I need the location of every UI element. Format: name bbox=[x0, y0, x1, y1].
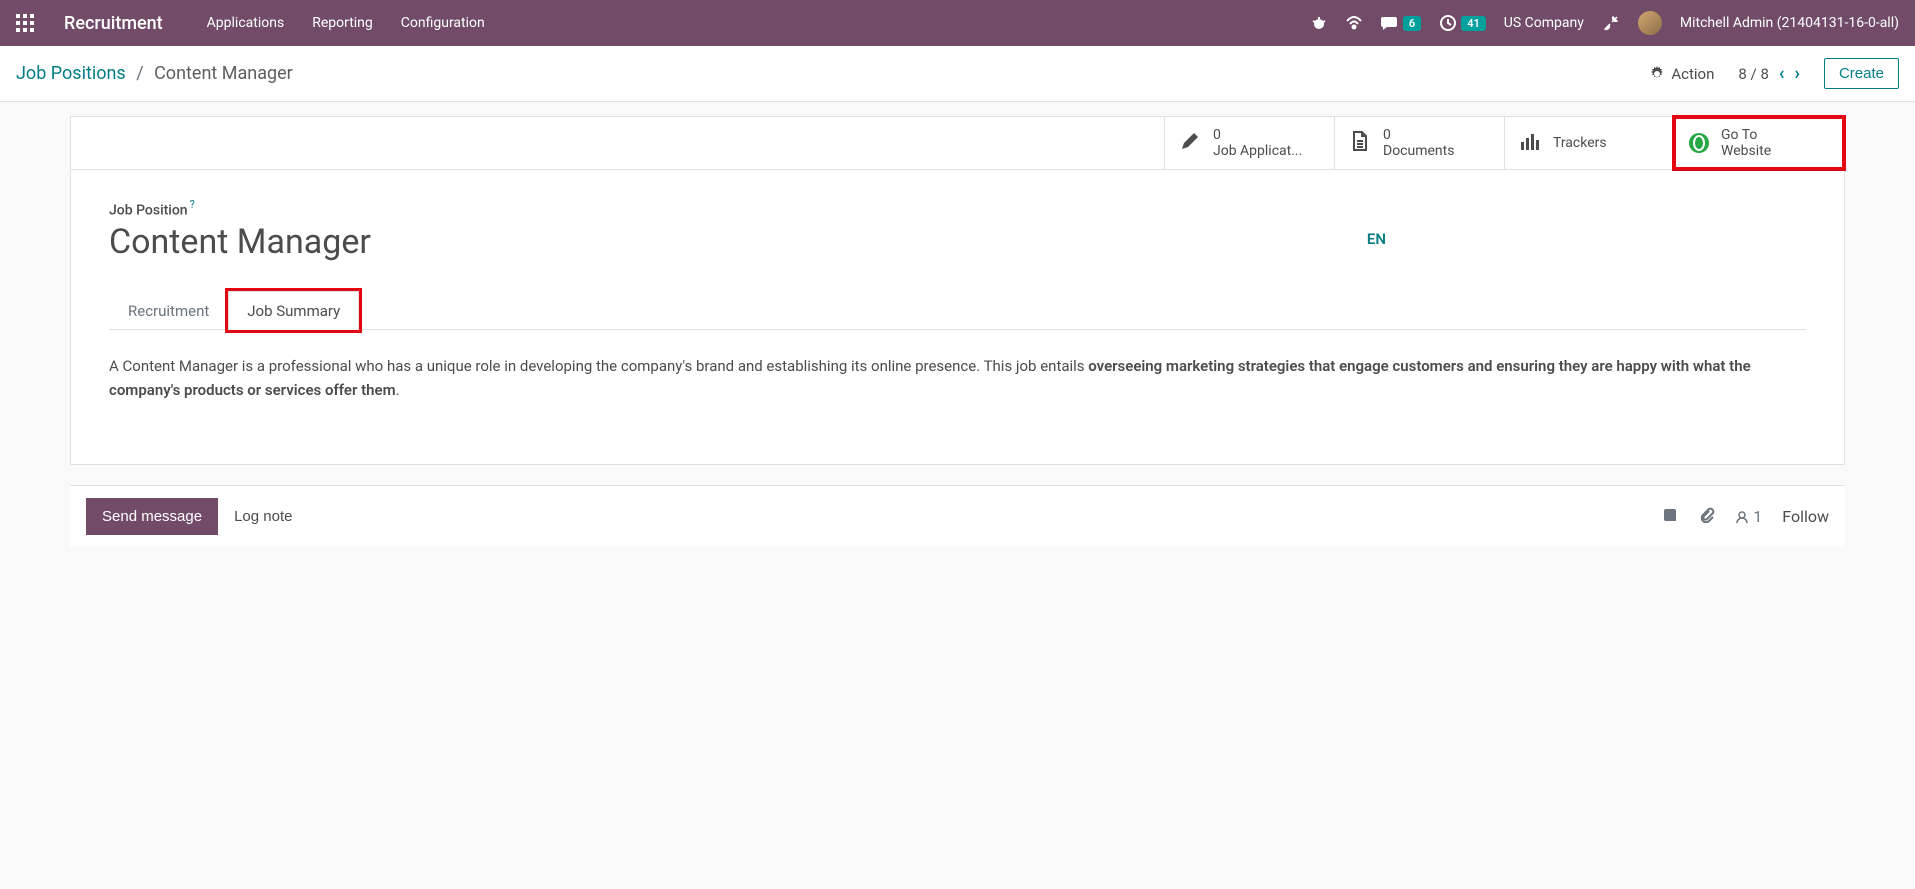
stat-trackers-label: Trackers bbox=[1553, 135, 1607, 151]
user-menu[interactable]: Mitchell Admin (21404131-16-0-all) bbox=[1680, 15, 1899, 31]
send-message-button[interactable]: Send message bbox=[86, 498, 218, 535]
book-icon[interactable] bbox=[1663, 507, 1679, 527]
nav-menu: Applications Reporting Configuration bbox=[207, 15, 485, 31]
form-sheet: 0 Job Applicat... 0 Documents Trackers G… bbox=[70, 116, 1845, 465]
stat-documents[interactable]: 0 Documents bbox=[1334, 117, 1504, 169]
stat-buttons: 0 Job Applicat... 0 Documents Trackers G… bbox=[71, 117, 1844, 170]
stat-applications-count: 0 bbox=[1213, 127, 1302, 143]
followers[interactable]: 1 bbox=[1735, 507, 1762, 526]
breadcrumb-current: Content Manager bbox=[154, 63, 293, 84]
stat-documents-label: Documents bbox=[1383, 143, 1454, 159]
tab-job-summary[interactable]: Job Summary bbox=[228, 291, 359, 330]
nav-applications[interactable]: Applications bbox=[207, 15, 285, 31]
breadcrumb-root[interactable]: Job Positions bbox=[16, 63, 126, 84]
lang-button[interactable]: EN bbox=[1367, 230, 1386, 248]
chatter: Send message Log note 1 Follow bbox=[70, 485, 1845, 547]
stat-applications[interactable]: 0 Job Applicat... bbox=[1164, 117, 1334, 169]
followers-count: 1 bbox=[1753, 507, 1762, 526]
attachment-icon[interactable] bbox=[1699, 507, 1715, 527]
top-navbar: Recruitment Applications Reporting Confi… bbox=[0, 0, 1915, 46]
create-button[interactable]: Create bbox=[1824, 58, 1899, 89]
activities-badge: 41 bbox=[1461, 16, 1486, 31]
log-note-button[interactable]: Log note bbox=[218, 498, 308, 535]
summary-text-3: . bbox=[396, 381, 400, 399]
breadcrumb: Job Positions / Content Manager bbox=[16, 63, 293, 84]
tab-recruitment[interactable]: Recruitment bbox=[109, 291, 228, 330]
pager-next[interactable]: › bbox=[1795, 63, 1800, 84]
tab-content[interactable]: A Content Manager is a professional who … bbox=[109, 330, 1806, 426]
stat-applications-label: Job Applicat... bbox=[1213, 143, 1302, 159]
tabs: Recruitment Job Summary bbox=[109, 290, 1806, 330]
job-position-label: Job Position bbox=[109, 202, 188, 218]
action-label: Action bbox=[1671, 65, 1714, 83]
breadcrumb-sep: / bbox=[136, 63, 143, 84]
company-selector[interactable]: US Company bbox=[1504, 15, 1584, 31]
follow-button[interactable]: Follow bbox=[1782, 507, 1829, 526]
summary-text-1: A Content Manager is a professional who … bbox=[109, 357, 1088, 375]
stat-documents-count: 0 bbox=[1383, 127, 1454, 143]
page-title[interactable]: Content Manager bbox=[109, 222, 371, 262]
messages-badge: 6 bbox=[1403, 16, 1421, 31]
messages-icon[interactable]: 6 bbox=[1381, 15, 1421, 31]
apps-icon[interactable] bbox=[16, 14, 34, 32]
control-panel: Job Positions / Content Manager Action 8… bbox=[0, 46, 1915, 102]
bar-chart-icon bbox=[1519, 130, 1541, 156]
tools-icon[interactable] bbox=[1602, 14, 1620, 32]
nav-reporting[interactable]: Reporting bbox=[312, 15, 373, 31]
stat-website[interactable]: Go To Website bbox=[1674, 117, 1844, 169]
document-icon bbox=[1349, 130, 1371, 156]
pager-text: 8 / 8 bbox=[1738, 65, 1769, 83]
action-button[interactable]: Action bbox=[1649, 65, 1714, 83]
stat-website-line1: Go To bbox=[1721, 127, 1771, 143]
nav-configuration[interactable]: Configuration bbox=[401, 15, 485, 31]
pager-prev[interactable]: ‹ bbox=[1779, 63, 1785, 84]
pager: 8 / 8 ‹ › bbox=[1738, 63, 1800, 84]
activities-icon[interactable]: 41 bbox=[1439, 14, 1486, 32]
pencil-icon bbox=[1179, 130, 1201, 156]
app-title[interactable]: Recruitment bbox=[64, 13, 163, 34]
avatar[interactable] bbox=[1638, 11, 1662, 35]
globe-icon bbox=[1689, 133, 1709, 153]
stat-website-line2: Website bbox=[1721, 143, 1771, 159]
help-icon[interactable]: ? bbox=[190, 198, 195, 211]
debug-icon[interactable] bbox=[1311, 15, 1327, 31]
wifi-icon[interactable] bbox=[1345, 15, 1363, 31]
stat-trackers[interactable]: Trackers bbox=[1504, 117, 1674, 169]
